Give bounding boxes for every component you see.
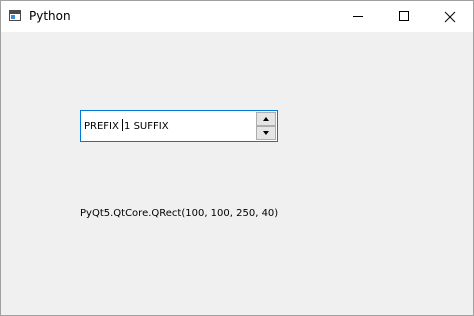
spin-box-prefix: PREFIX	[84, 121, 123, 132]
spin-box-suffix: SUFFIX	[130, 121, 169, 132]
spin-box[interactable]: PREFIX 1 SUFFIX	[80, 110, 278, 142]
spin-box-text-field[interactable]: PREFIX 1 SUFFIX	[84, 119, 169, 134]
maximize-icon	[399, 11, 409, 21]
window-title: Python	[29, 9, 71, 23]
text-caret	[122, 119, 124, 131]
app-icon	[9, 10, 21, 21]
close-icon	[444, 11, 456, 23]
app-window: Python PREFIX 1 SUFFIX PyQt5.QtCore.QRec…	[0, 0, 474, 316]
spin-down-button[interactable]	[256, 126, 276, 140]
title-bar[interactable]: Python	[1, 1, 473, 32]
spin-up-button[interactable]	[256, 112, 276, 126]
minimize-icon	[353, 16, 363, 17]
minimize-button[interactable]	[335, 1, 381, 32]
arrow-up-icon	[263, 117, 269, 121]
close-button[interactable]	[427, 1, 473, 32]
geometry-label: PyQt5.QtCore.QRect(100, 100, 250, 40)	[80, 208, 279, 219]
arrow-down-icon	[263, 131, 269, 135]
maximize-button[interactable]	[381, 1, 427, 32]
